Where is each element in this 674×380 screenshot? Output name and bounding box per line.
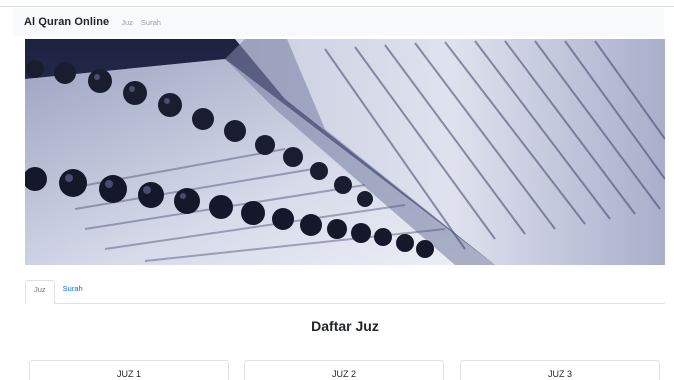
tab-juz[interactable]: Juz	[25, 280, 55, 304]
brand-link[interactable]: Al Quran Online	[24, 16, 109, 28]
juz-card-list: JUZ 1 JUZ 2 JUZ 3	[25, 360, 665, 380]
tab-surah[interactable]: Surah	[55, 279, 91, 303]
nav-link-juz[interactable]: Juz	[121, 18, 133, 27]
nav-link-surah[interactable]: Surah	[141, 18, 161, 27]
juz-card[interactable]: JUZ 2	[244, 360, 444, 380]
juz-card[interactable]: JUZ 1	[29, 360, 229, 380]
juz-card[interactable]: JUZ 3	[460, 360, 660, 380]
hero-banner-image	[25, 39, 665, 265]
tab-bar: Juz Surah	[25, 280, 665, 304]
section-title: Daftar Juz	[311, 318, 379, 334]
navbar: Al Quran Online Juz Surah	[13, 8, 664, 36]
page-top-border	[0, 0, 674, 7]
quran-beads-illustration	[25, 39, 665, 265]
